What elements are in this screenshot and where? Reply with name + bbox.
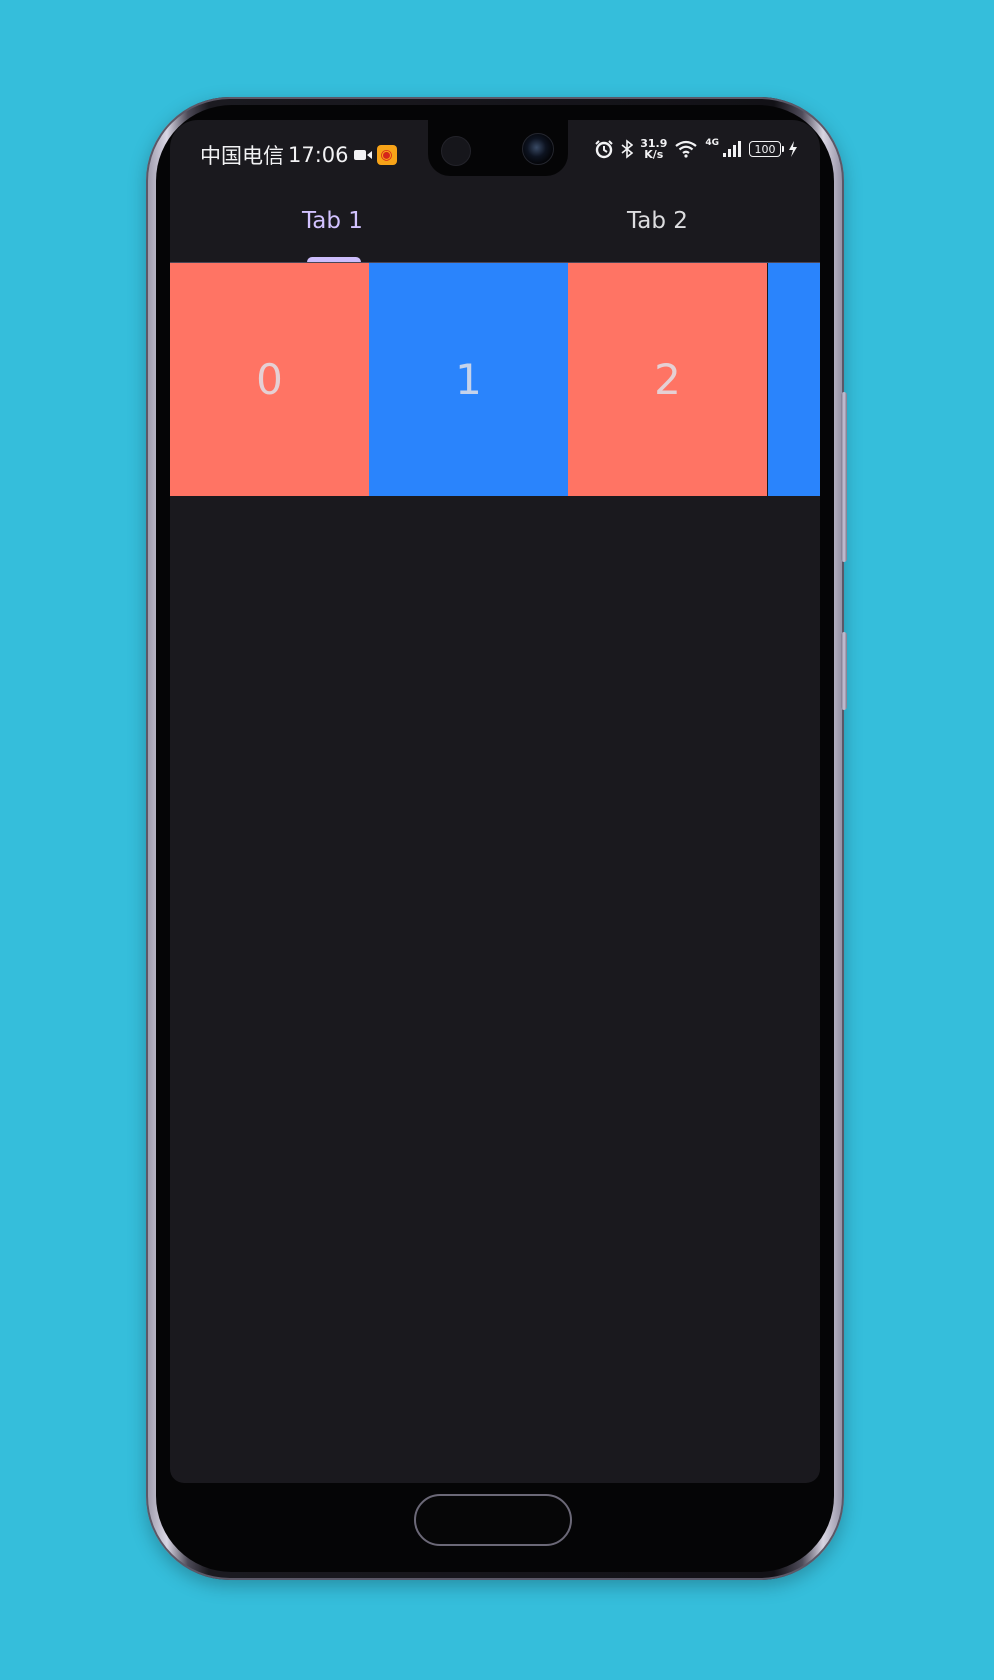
carrier-label: 中国电信: [200, 144, 284, 168]
carousel[interactable]: 0 1 2: [170, 263, 820, 496]
clock: 17:06: [288, 143, 349, 167]
battery-icon: 100: [749, 141, 784, 157]
tab-1-label: Tab 1: [302, 208, 363, 234]
carousel-item-1[interactable]: 1: [369, 263, 568, 496]
video-camera-icon: [353, 150, 372, 160]
content-area: [170, 496, 820, 1483]
home-button[interactable]: [414, 1494, 572, 1546]
volume-button: [841, 392, 847, 562]
carousel-item-3[interactable]: [768, 263, 820, 496]
alarm-icon: [595, 140, 613, 159]
power-button: [841, 632, 847, 710]
network-speed: 31.9 K/s: [640, 138, 667, 160]
battery-level: 100: [754, 143, 776, 156]
carousel-item-0[interactable]: 0: [170, 263, 369, 496]
signal-icon: [723, 141, 741, 157]
wifi-icon: [675, 140, 698, 158]
charging-icon: [789, 141, 797, 157]
network-speed-unit: K/s: [644, 148, 664, 161]
camera-notch: [428, 120, 568, 176]
front-camera: [522, 133, 554, 165]
tab-2[interactable]: Tab 2: [495, 184, 820, 262]
network-type: 4G: [705, 138, 719, 148]
screen: 中国电信 17:06 ◉ 31.9 K/s 4G 100 Tab 1 Tab 2…: [170, 120, 820, 1483]
carousel-item-2-label: 2: [654, 355, 681, 404]
weibo-icon: ◉: [376, 145, 397, 165]
bluetooth-icon: [621, 139, 634, 159]
carousel-item-0-label: 0: [256, 355, 283, 404]
status-bar-right: 31.9 K/s 4G 100: [594, 138, 798, 160]
status-bar-left: 中国电信 17:06 ◉: [200, 140, 397, 170]
carousel-item-1-label: 1: [455, 355, 482, 404]
tab-bar: Tab 1 Tab 2: [170, 184, 820, 262]
carousel-item-2[interactable]: 2: [568, 263, 767, 496]
proximity-sensor: [441, 136, 471, 166]
tab-1[interactable]: Tab 1: [170, 184, 495, 262]
tab-2-label: Tab 2: [627, 208, 688, 234]
